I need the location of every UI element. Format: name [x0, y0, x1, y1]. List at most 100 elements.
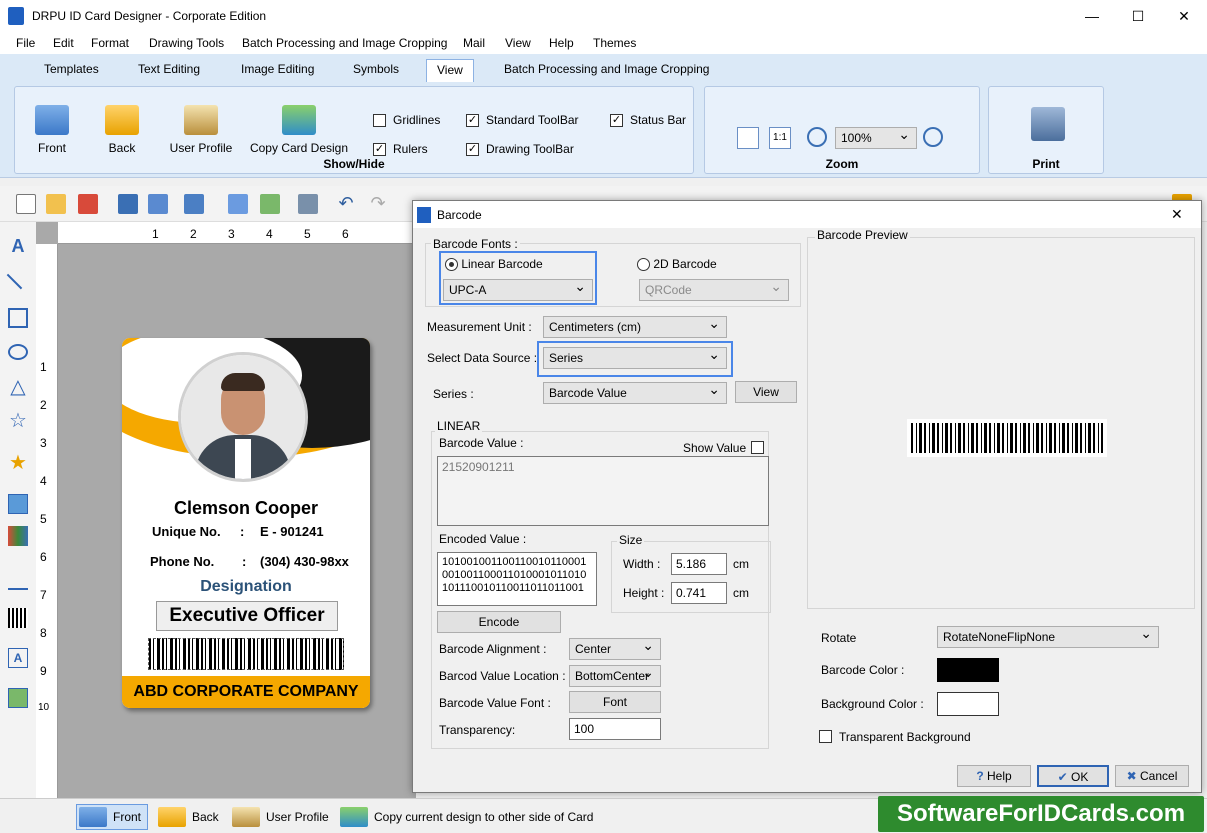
2d-font-select[interactable]: QRCode [639, 278, 789, 301]
designation-label[interactable]: Designation [122, 578, 370, 596]
card-barcode[interactable] [148, 638, 344, 670]
help-button[interactable]: ? Help [957, 765, 1031, 787]
status-bar-box[interactable]: ✓ [610, 113, 623, 127]
encode-button[interactable]: Encode [437, 611, 561, 633]
zoom-in-icon[interactable] [807, 127, 827, 147]
dialog-close-button[interactable]: ✕ [1171, 206, 1183, 223]
cancel-button[interactable]: ✖ Cancel [1115, 765, 1189, 787]
tab-view[interactable]: View [426, 59, 474, 83]
gridlines-checkbox[interactable]: Gridlines [373, 113, 440, 127]
transparent-bg-checkbox[interactable] [819, 730, 832, 743]
standard-toolbar-box[interactable]: ✓ [466, 113, 479, 127]
series-select[interactable]: Barcode Value [543, 381, 727, 404]
menu-view[interactable]: View [505, 36, 531, 50]
linear-radio-dot[interactable] [445, 258, 458, 272]
card-photo[interactable] [178, 352, 308, 482]
company-name[interactable]: ABD CORPORATE COMPANY [122, 676, 370, 708]
save-as-icon[interactable] [148, 194, 168, 214]
watermark-tool-icon[interactable]: A [8, 648, 28, 668]
barcode-color-swatch[interactable] [937, 658, 999, 682]
rectangle-tool-icon[interactable] [8, 308, 28, 328]
width-input[interactable]: 5.186 [671, 553, 727, 575]
designation-value[interactable]: Executive Officer [156, 601, 338, 631]
close-file-icon[interactable] [78, 194, 98, 214]
font-button[interactable]: Font [569, 691, 661, 713]
status-user-profile-button[interactable]: User Profile [232, 804, 329, 830]
open-icon[interactable] [46, 194, 66, 214]
maximize-button[interactable]: ☐ [1115, 0, 1161, 32]
triangle-tool-icon[interactable]: △ [8, 377, 28, 398]
data-source-select[interactable]: Series [543, 346, 727, 369]
user-profile-button[interactable]: User Profile [165, 105, 237, 155]
back-button[interactable]: Back [97, 105, 147, 155]
barcode-value-textarea[interactable]: 21520901211 [437, 456, 769, 526]
menu-drawing-tools[interactable]: Drawing Tools [149, 36, 224, 50]
transparency-input[interactable]: 100 [569, 718, 661, 740]
phone-label[interactable]: Phone No. [150, 554, 214, 569]
tab-symbols[interactable]: Symbols [353, 62, 399, 76]
id-card-front[interactable]: Clemson Cooper Unique No. : E - 901241 P… [122, 338, 370, 708]
alignment-select[interactable]: Center [569, 637, 661, 660]
linear-font-select[interactable]: UPC-A [443, 278, 593, 301]
unique-label[interactable]: Unique No. [152, 524, 221, 539]
rulers-checkbox[interactable]: ✓ Rulers [373, 142, 428, 156]
status-front-button[interactable]: Front [76, 804, 148, 830]
status-bar-checkbox[interactable]: ✓ Status Bar [610, 113, 686, 127]
zoom-fit-icon[interactable] [737, 127, 759, 149]
2d-barcode-radio[interactable]: 2D Barcode [637, 257, 717, 272]
ok-button[interactable]: ✔ OK [1037, 765, 1109, 787]
measurement-unit-select[interactable]: Centimeters (cm) [543, 315, 727, 338]
image-icon[interactable] [260, 194, 280, 214]
2d-radio-dot[interactable] [637, 258, 650, 272]
drawing-toolbar-checkbox[interactable]: ✓ Drawing ToolBar [466, 142, 574, 156]
ellipse-tool-icon[interactable] [8, 344, 28, 360]
picture-tool-icon[interactable] [8, 494, 28, 514]
standard-toolbar-checkbox[interactable]: ✓ Standard ToolBar [466, 113, 579, 127]
signature-tool-icon[interactable] [8, 570, 28, 590]
text-tool-icon[interactable]: A [8, 236, 28, 256]
front-button[interactable]: Front [27, 105, 77, 155]
library-tool-icon[interactable] [8, 526, 28, 546]
save-icon[interactable] [118, 194, 138, 214]
menu-file[interactable]: File [16, 36, 35, 50]
star-tool-icon[interactable]: ☆ [8, 411, 28, 432]
tab-templates[interactable]: Templates [44, 62, 99, 76]
menu-themes[interactable]: Themes [593, 36, 636, 50]
zoom-out-icon[interactable] [923, 127, 943, 147]
background-color-swatch[interactable] [937, 692, 999, 716]
line-tool-icon[interactable] [6, 266, 30, 290]
properties-icon[interactable] [228, 194, 248, 214]
phone-value[interactable]: (304) 430-98xx [260, 554, 349, 569]
undo-icon[interactable]: ↶ [336, 194, 356, 214]
drawing-toolbar-box[interactable]: ✓ [466, 142, 479, 156]
value-location-select[interactable]: BottomCenter [569, 664, 661, 687]
minimize-button[interactable]: — [1069, 0, 1115, 32]
encoded-value-field[interactable]: 101001001100110010110001 001001100011010… [437, 552, 597, 606]
image-tool-icon[interactable] [8, 688, 28, 708]
rotate-select[interactable]: RotateNoneFlipNone [937, 625, 1159, 648]
menu-edit[interactable]: Edit [53, 36, 74, 50]
view-button[interactable]: View [735, 381, 797, 403]
print-small-icon[interactable] [298, 194, 318, 214]
status-back-button[interactable]: Back [158, 804, 219, 830]
zoom-select[interactable]: 100% [835, 126, 917, 149]
new-icon[interactable] [16, 194, 36, 214]
tab-image-editing[interactable]: Image Editing [241, 62, 314, 76]
show-value-checkbox[interactable] [751, 441, 764, 454]
zoom-actual-size-button[interactable]: 1:1 [769, 127, 791, 149]
menu-mail[interactable]: Mail [463, 36, 485, 50]
gridlines-box[interactable] [373, 113, 386, 127]
export-icon[interactable] [184, 194, 204, 214]
card-name[interactable]: Clemson Cooper [122, 498, 370, 519]
print-icon[interactable] [1031, 107, 1065, 141]
linear-barcode-radio[interactable]: Linear Barcode [445, 257, 543, 272]
barcode-tool-icon[interactable] [8, 608, 28, 628]
height-input[interactable]: 0.741 [671, 582, 727, 604]
shapes-tool-icon[interactable]: ★ [8, 453, 28, 474]
copy-card-design-button[interactable]: Copy Card Design [249, 105, 349, 155]
redo-icon[interactable]: ↷ [368, 194, 388, 214]
tab-text-editing[interactable]: Text Editing [138, 62, 200, 76]
menu-format[interactable]: Format [91, 36, 129, 50]
menu-batch-processing[interactable]: Batch Processing and Image Cropping [242, 36, 447, 50]
menu-help[interactable]: Help [549, 36, 574, 50]
